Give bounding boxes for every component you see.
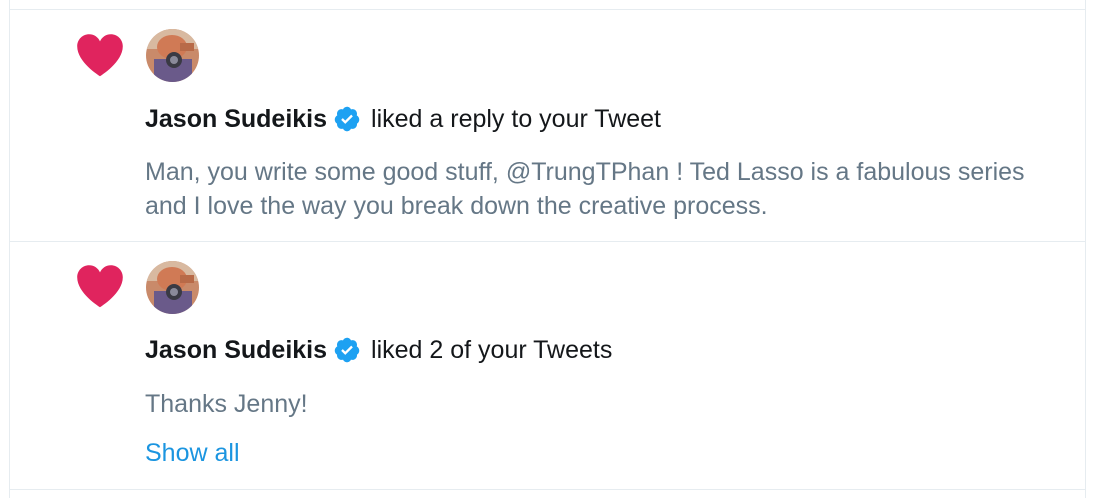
notification-action: liked a reply to your Tweet [371,105,661,133]
notification-item[interactable]: Jason Sudeikis liked 2 of your Tweets Th… [10,242,1085,490]
user-name[interactable]: Jason Sudeikis [145,335,327,365]
tweet-text: Man, you write some good stuff, @TrungTP… [145,158,1025,220]
notification-headline: Jason Sudeikis liked a reply to your Twe… [145,104,661,134]
show-all-link[interactable]: Show all [145,438,240,468]
notification-headline: Jason Sudeikis liked 2 of your Tweets [145,335,612,365]
avatar-image [146,29,199,82]
heart-icon [77,34,123,77]
heart-icon [77,265,123,308]
verified-badge-icon [334,337,360,363]
avatar[interactable] [146,29,199,82]
user-name[interactable]: Jason Sudeikis [145,104,327,134]
verified-badge-icon [334,106,360,132]
tweet-text: Thanks Jenny! [145,390,308,418]
avatar-image [146,261,199,314]
avatar[interactable] [146,261,199,314]
notifications-feed: Jason Sudeikis liked a reply to your Twe… [9,0,1086,498]
notification-item[interactable]: Jason Sudeikis liked a reply to your Twe… [10,10,1085,242]
notification-action: liked 2 of your Tweets [371,336,613,364]
